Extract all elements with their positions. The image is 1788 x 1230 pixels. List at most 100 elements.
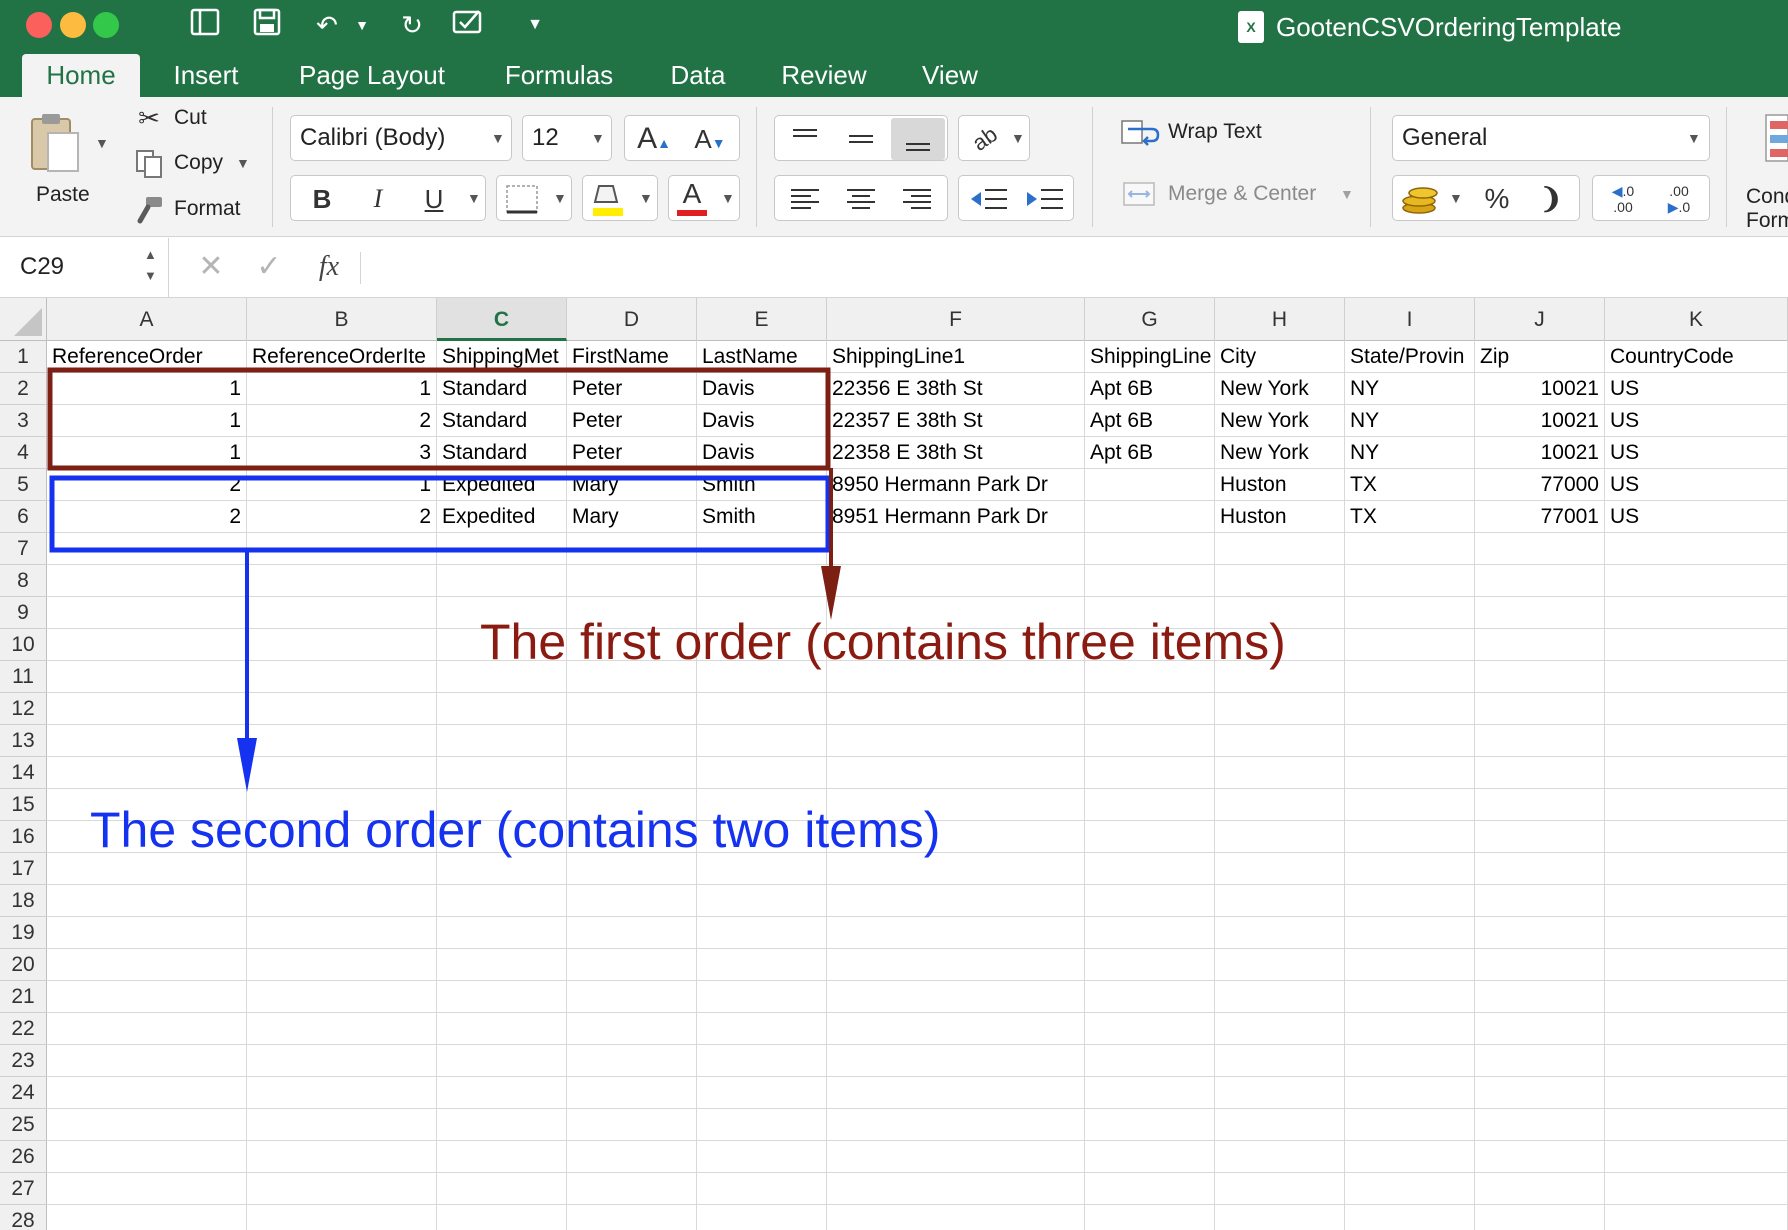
cell-g4[interactable]: Apt 6B xyxy=(1085,437,1215,469)
cell-a26[interactable] xyxy=(47,1141,247,1173)
font-size-select[interactable]: 12 ▼ xyxy=(522,115,612,161)
cell-c4[interactable]: Standard xyxy=(437,437,567,469)
column-header-b[interactable]: B xyxy=(247,298,437,341)
cell-k23[interactable] xyxy=(1605,1045,1788,1077)
cell-c19[interactable] xyxy=(437,917,567,949)
cell-d28[interactable] xyxy=(567,1205,697,1230)
cell-i16[interactable] xyxy=(1345,821,1475,853)
cell-k5[interactable]: US xyxy=(1605,469,1788,501)
cell-j28[interactable] xyxy=(1475,1205,1605,1230)
cell-e3[interactable]: Davis xyxy=(697,405,827,437)
paste-icon[interactable] xyxy=(28,111,82,175)
tab-data[interactable]: Data xyxy=(660,54,736,97)
cell-f2[interactable]: 22356 E 38th St xyxy=(827,373,1085,405)
cell-e24[interactable] xyxy=(697,1077,827,1109)
cell-g3[interactable]: Apt 6B xyxy=(1085,405,1215,437)
column-header-j[interactable]: J xyxy=(1475,298,1605,341)
cell-c7[interactable] xyxy=(437,533,567,565)
cell-i14[interactable] xyxy=(1345,757,1475,789)
cell-e28[interactable] xyxy=(697,1205,827,1230)
cell-b10[interactable] xyxy=(247,629,437,661)
cell-k6[interactable]: US xyxy=(1605,501,1788,533)
select-all-corner[interactable] xyxy=(0,298,47,341)
cell-i20[interactable] xyxy=(1345,949,1475,981)
cell-c2[interactable]: Standard xyxy=(437,373,567,405)
cell-j25[interactable] xyxy=(1475,1109,1605,1141)
cell-a22[interactable] xyxy=(47,1013,247,1045)
align-center-icon[interactable] xyxy=(835,180,887,218)
row-header-10[interactable]: 10 xyxy=(0,629,47,661)
cell-i27[interactable] xyxy=(1345,1173,1475,1205)
column-header-h[interactable]: H xyxy=(1215,298,1345,341)
accounting-format-icon[interactable] xyxy=(1399,180,1443,218)
cell-a19[interactable] xyxy=(47,917,247,949)
cell-e25[interactable] xyxy=(697,1109,827,1141)
cell-c26[interactable] xyxy=(437,1141,567,1173)
cell-e23[interactable] xyxy=(697,1045,827,1077)
cell-b13[interactable] xyxy=(247,725,437,757)
cell-g1[interactable]: ShippingLine xyxy=(1085,341,1215,373)
redo-icon[interactable]: ↻ xyxy=(395,8,429,42)
borders-button[interactable]: ▼ xyxy=(496,175,572,221)
cell-e14[interactable] xyxy=(697,757,827,789)
cell-j1[interactable]: Zip xyxy=(1475,341,1605,373)
cell-h24[interactable] xyxy=(1215,1077,1345,1109)
cell-h16[interactable] xyxy=(1215,821,1345,853)
cell-g28[interactable] xyxy=(1085,1205,1215,1230)
decrease-font-size-icon[interactable]: A▼ xyxy=(687,120,733,158)
cell-b26[interactable] xyxy=(247,1141,437,1173)
column-header-d[interactable]: D xyxy=(567,298,697,341)
tab-insert[interactable]: Insert xyxy=(158,54,254,97)
cell-j17[interactable] xyxy=(1475,853,1605,885)
italic-button[interactable]: I xyxy=(353,180,403,218)
tab-formulas[interactable]: Formulas xyxy=(492,54,626,97)
cell-b11[interactable] xyxy=(247,661,437,693)
row-header-22[interactable]: 22 xyxy=(0,1013,47,1045)
cell-i9[interactable] xyxy=(1345,597,1475,629)
decrease-decimal-icon[interactable]: .00 ▶.0 xyxy=(1653,180,1705,218)
cell-a8[interactable] xyxy=(47,565,247,597)
name-box-up-icon[interactable]: ▲ xyxy=(144,247,157,262)
cell-b22[interactable] xyxy=(247,1013,437,1045)
tab-view[interactable]: View xyxy=(912,54,988,97)
cell-b14[interactable] xyxy=(247,757,437,789)
cell-b23[interactable] xyxy=(247,1045,437,1077)
cell-g14[interactable] xyxy=(1085,757,1215,789)
cell-a21[interactable] xyxy=(47,981,247,1013)
cell-g24[interactable] xyxy=(1085,1077,1215,1109)
cell-d27[interactable] xyxy=(567,1173,697,1205)
minimize-window-button[interactable] xyxy=(60,12,86,38)
cell-g23[interactable] xyxy=(1085,1045,1215,1077)
orientation-button[interactable]: ab ▼ xyxy=(958,115,1030,161)
check-document-icon[interactable] xyxy=(452,8,486,42)
scissors-icon[interactable]: ✂ xyxy=(134,103,164,133)
cell-c18[interactable] xyxy=(437,885,567,917)
cell-d22[interactable] xyxy=(567,1013,697,1045)
font-name-select[interactable]: Calibri (Body) ▼ xyxy=(290,115,512,161)
cell-h5[interactable]: Huston xyxy=(1215,469,1345,501)
cell-j13[interactable] xyxy=(1475,725,1605,757)
cell-f23[interactable] xyxy=(827,1045,1085,1077)
cell-g19[interactable] xyxy=(1085,917,1215,949)
cell-g5[interactable] xyxy=(1085,469,1215,501)
cell-b6[interactable]: 2 xyxy=(247,501,437,533)
cell-f25[interactable] xyxy=(827,1109,1085,1141)
cell-j7[interactable] xyxy=(1475,533,1605,565)
cell-i21[interactable] xyxy=(1345,981,1475,1013)
cell-e13[interactable] xyxy=(697,725,827,757)
cell-a4[interactable]: 1 xyxy=(47,437,247,469)
cell-i23[interactable] xyxy=(1345,1045,1475,1077)
cell-a27[interactable] xyxy=(47,1173,247,1205)
cell-j14[interactable] xyxy=(1475,757,1605,789)
cell-a9[interactable] xyxy=(47,597,247,629)
cell-c21[interactable] xyxy=(437,981,567,1013)
cell-d4[interactable]: Peter xyxy=(567,437,697,469)
cell-k28[interactable] xyxy=(1605,1205,1788,1230)
cell-k2[interactable]: US xyxy=(1605,373,1788,405)
cell-b28[interactable] xyxy=(247,1205,437,1230)
align-left-icon[interactable] xyxy=(779,180,831,218)
row-header-13[interactable]: 13 xyxy=(0,725,47,757)
copy-button[interactable]: Copy xyxy=(174,149,223,177)
save-icon[interactable] xyxy=(250,8,284,42)
row-header-20[interactable]: 20 xyxy=(0,949,47,981)
